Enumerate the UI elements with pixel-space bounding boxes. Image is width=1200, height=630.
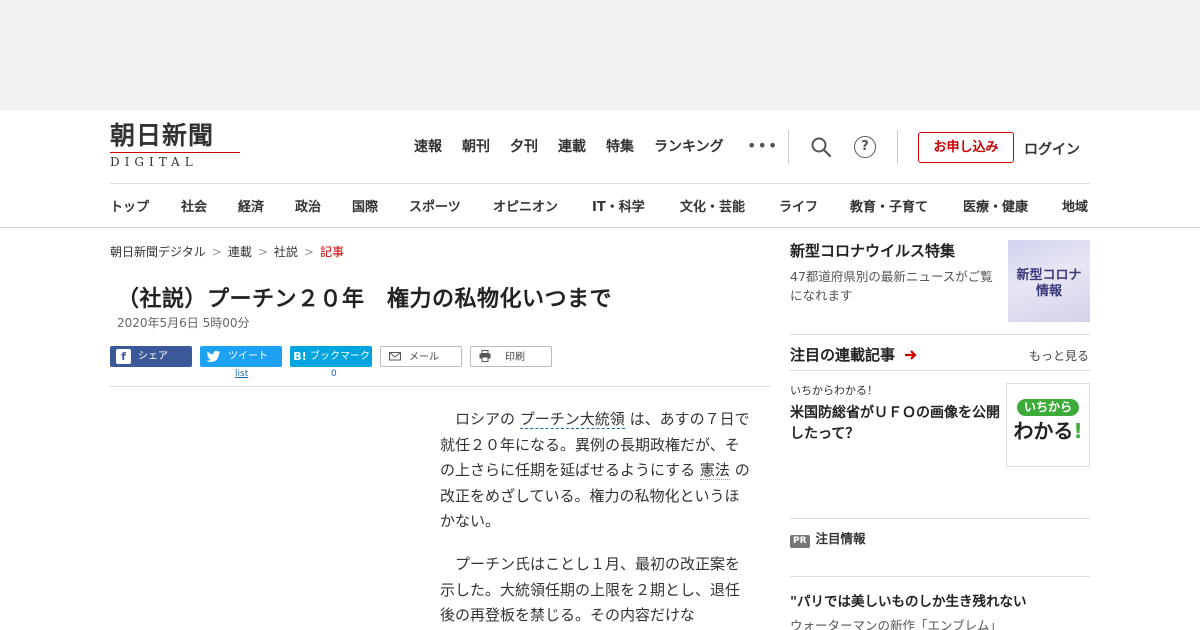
article-paragraph: ロシアの プーチン大統領 は、あすの７日で就任２０年になる。異例の長期政権だが、… [440,407,750,535]
share-print-button[interactable]: 印刷 [470,346,552,367]
sidebar-divider [790,518,1090,519]
breadcrumb: 朝日新聞デジタル > 連載 > 社説 > 記事 [110,243,344,260]
series-header: 注目の連載記事 もっと見る [790,344,1090,364]
corona-thumbnail[interactable]: 新型コロナ 情報 [1008,240,1090,322]
category-item[interactable]: 教育・子育て [850,196,928,215]
help-icon[interactable]: ? [854,136,876,158]
breadcrumb-separator: > [211,245,222,259]
pr-label: 注目情報 [815,531,866,546]
share-hatena-label: ブックマーク [310,351,370,362]
category-item[interactable]: スポーツ [409,196,461,215]
share-facebook-button[interactable]: f シェア [110,346,192,367]
article-divider [110,386,770,387]
category-item[interactable]: 文化・芸能 [680,196,745,215]
category-item[interactable]: 医療・健康 [963,196,1028,215]
sidebar-divider [790,334,1090,335]
series-headline: 米国防総省がＵＦＯの画像を公開したって？ [790,405,1000,442]
breadcrumb-item[interactable]: 社説 [274,245,298,259]
search-icon[interactable] [810,136,832,158]
site-header: 朝日新聞 DIGITAL 速報 朝刊 夕刊 連載 特集 ランキング ••• ? … [0,110,1200,228]
breadcrumb-separator: > [257,245,268,259]
share-print-label: 印刷 [505,352,525,363]
breadcrumb-item[interactable]: 連載 [228,245,252,259]
category-item[interactable]: ライフ [779,196,818,215]
category-item[interactable]: 社会 [181,196,207,215]
print-icon [477,350,492,365]
share-twitter-button[interactable]: ツイート [200,346,282,367]
pr-badge: PR [790,535,810,548]
top-nav-item[interactable]: 連載 [558,138,586,156]
share-hatena-button[interactable]: B! ブックマーク [290,346,372,367]
share-twitter-label: ツイート [228,351,268,362]
category-item[interactable]: 国際 [352,196,378,215]
paragraph-text: ロシアの [455,410,520,428]
category-item[interactable]: オピニオン [493,196,558,215]
top-nav-item[interactable]: 速報 [414,138,442,156]
promo-item[interactable]: "パリでは美しいものしか生き残れない ウォーターマンの新作「エンブレム」 [790,590,1090,630]
thumb-logo-mark: ! [1073,419,1083,443]
series-article[interactable]: いちからわかる！ 米国防総省がＵＦＯの画像を公開したって？ [790,382,1002,445]
category-item[interactable]: トップ [110,196,149,215]
hatena-icon: B! [293,350,307,363]
subscribe-button[interactable]: お申し込み [918,132,1014,163]
thumb-label: 新型コロナ [1016,268,1082,283]
login-link[interactable]: ログイン [1024,139,1080,159]
category-item[interactable]: 地域 [1062,196,1088,215]
top-nav-item[interactable]: ランキング [654,138,724,156]
article-date: 2020年5月6日 5時00分 [117,316,250,330]
top-nav: 速報 朝刊 夕刊 連載 特集 ランキング [414,138,744,156]
top-nav-item[interactable]: 特集 [606,138,634,156]
header-divider-line [110,183,1090,184]
top-nav-item[interactable]: 夕刊 [510,138,538,156]
top-nav-item[interactable]: 朝刊 [462,138,490,156]
promo-title: "パリでは美しいものしか生き残れない [790,594,1027,610]
series-kicker: いちからわかる！ [790,384,878,397]
series-title: 注目の連載記事 [790,346,896,364]
series-more-link[interactable]: もっと見る [1029,347,1089,364]
header-divider [788,130,789,164]
share-mail-button[interactable]: メール [380,346,462,367]
corona-feature-desc: 47都道府県別の最新ニュースがご覧になれます [790,269,993,303]
header-divider [897,130,898,164]
category-item[interactable]: 経済 [238,196,264,215]
more-menu-icon[interactable]: ••• [747,136,778,155]
twitter-list-link[interactable]: list [235,369,248,379]
hatena-count: 0 [331,369,337,379]
site-logo[interactable]: 朝日新聞 DIGITAL [110,122,240,170]
promo-desc: ウォーターマンの新作「エンブレム」 [790,618,1002,630]
mail-icon [387,350,402,365]
breadcrumb-current: 記事 [319,245,344,259]
thumb-label: 情報 [1035,284,1062,299]
pr-header: PR 注目情報 [790,528,1090,548]
logo-jp: 朝日新聞 [110,121,215,150]
keyword-link[interactable]: 憲法 [699,461,730,480]
breadcrumb-item[interactable]: 朝日新聞デジタル [110,245,206,259]
category-item[interactable]: IT・科学 [592,196,645,215]
sidebar-divider [790,576,1090,577]
keyword-link[interactable]: プーチン大統領 [519,410,625,429]
arrow-right-icon [904,346,918,365]
thumb-logo-text: わかる [1013,419,1074,443]
category-nav: トップ 社会 経済 政治 国際 スポーツ オピニオン IT・科学 文化・芸能 ラ… [110,196,1100,216]
thumb-badge: いちから [1016,399,1079,416]
sidebar-divider [790,370,1090,371]
thumb-logo: わかる! [1007,418,1089,444]
category-item[interactable]: 政治 [295,196,321,215]
share-mail-label: メール [409,352,439,363]
article-title: （社説）プーチン２０年 権力の私物化いつまで [117,287,613,312]
ad-banner-area [0,0,1200,110]
breadcrumb-separator: > [303,245,314,259]
article-paragraph: プーチン氏はことし１月、最初の改正案を示した。大統領任期の上限を２期とし、退任後… [440,555,741,624]
facebook-icon: f [116,349,131,364]
series-thumbnail[interactable]: いちから わかる! [1006,383,1090,467]
twitter-icon [206,349,221,364]
logo-en: DIGITAL [110,152,240,169]
share-facebook-label: シェア [138,351,168,362]
